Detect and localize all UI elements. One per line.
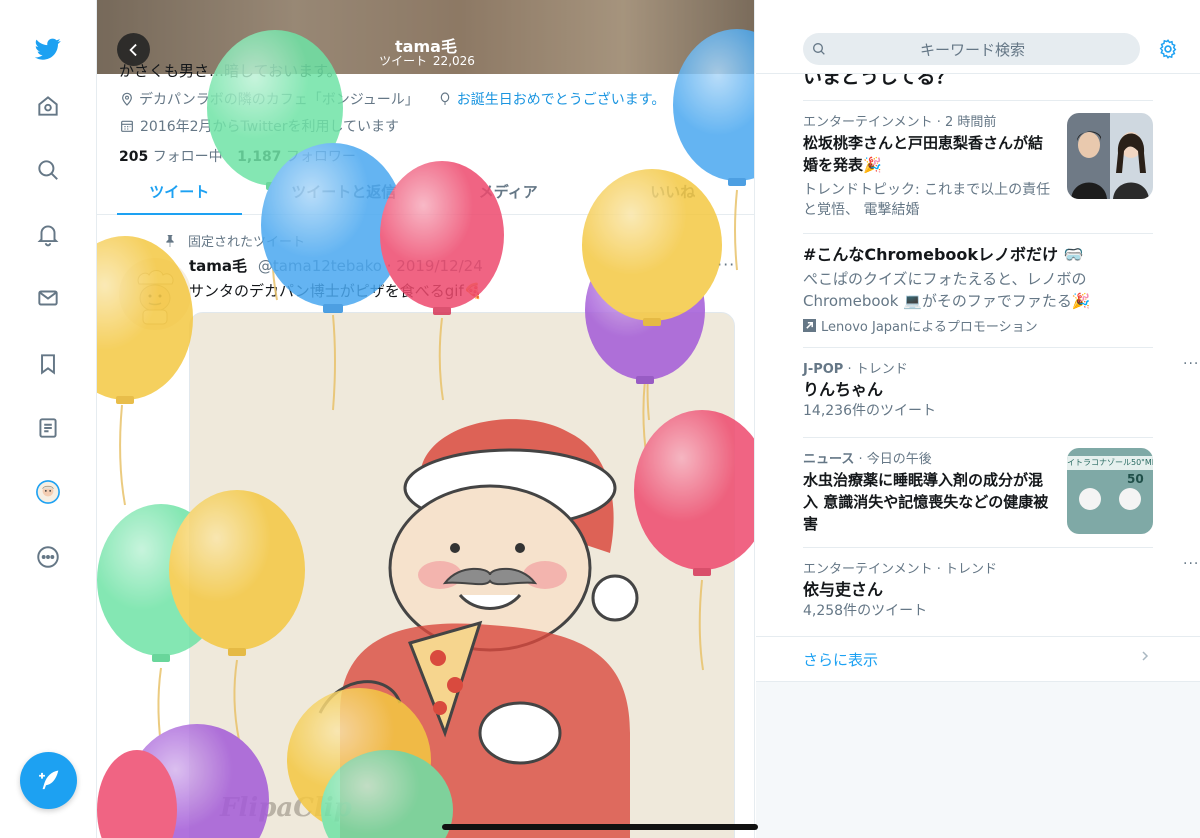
home-icon[interactable] (28, 86, 68, 126)
balloon-red-bottom (97, 750, 177, 838)
feather-plus-icon (38, 770, 58, 789)
trend-item[interactable]: エンターテインメント · トレンド 依与吏さん 4,258件のツイート ··· (803, 547, 1198, 637)
divider (756, 636, 1200, 637)
tweet-header: tama毛 @tama12tebako · 2019/12/24 (189, 257, 483, 275)
tweet-count-value: 22,026 (432, 54, 475, 68)
trend-more-menu-icon[interactable]: ··· (1183, 556, 1199, 572)
trends-panel: いまどうしてる？ エンターテインメント · 2 時間前 松坂桃李さんと戸田恵梨香… (756, 74, 1200, 682)
more-options-icon[interactable] (28, 537, 68, 577)
pin-icon (166, 234, 174, 247)
trend-item-promoted[interactable]: #こんなChromebookレノボだけ 🥽 ぺこぱのクイズにフォたえると、レノボ… (803, 233, 1153, 347)
promoted-by-label: Lenovo Japanによるプロモーション (821, 320, 1038, 335)
compose-tweet-button[interactable] (20, 752, 77, 809)
profile-meta-row: デカパンラボの隣のカフェ「ボンジュール」 お誕生日おめでとうございます。 (119, 89, 665, 109)
follow-stats: 205 フォロー中 1,187 フォロワー (119, 146, 356, 166)
trend-item[interactable]: J-POP · トレンド りんちゃん 14,236件のツイート ··· (803, 347, 1198, 437)
left-nav (0, 0, 97, 838)
promoted-row: Lenovo Japanによるプロモーション (803, 316, 1153, 335)
birthday-link[interactable]: お誕生日おめでとうございます。 (457, 89, 666, 109)
settings-gear-icon[interactable] (1157, 38, 1179, 60)
tweet-media-gif[interactable]: FlipaClip (189, 312, 735, 838)
tab-tweets-and-replies[interactable]: ツイートと返信 (262, 170, 427, 214)
trend-title: りんちゃん (803, 380, 884, 399)
trend-thumbnail-medicine: イトラコナゾール50"MEEK" 50 (1067, 448, 1153, 534)
trend-thumbnail-couple (1067, 113, 1153, 199)
tab-likes[interactable]: いいね (591, 170, 755, 214)
tweet-date[interactable]: 2019/12/24 (396, 257, 482, 275)
search-placeholder: キーワード検索 (919, 40, 1025, 59)
header-tweet-count: ツイート 22,026 (97, 52, 754, 69)
following-label[interactable]: フォロー中 (153, 149, 223, 165)
notifications-bell-icon[interactable] (28, 214, 68, 254)
location-pin-icon (122, 92, 132, 106)
search-input[interactable]: キーワード検索 (803, 33, 1140, 65)
search-icon (813, 43, 825, 55)
tweet-more-menu-icon[interactable]: ··· (717, 255, 735, 274)
tweet-author-handle[interactable]: @tama12tebako (258, 257, 382, 275)
show-more-link[interactable]: さらに表示 (803, 649, 878, 670)
trend-subtitle: ぺこぱのクイズにフォたえると、レノボのChromebook 💻がそのファでファた… (803, 270, 1091, 310)
pinned-tweet-label-row: 固定されたツイート (162, 231, 305, 250)
tweet-author-avatar[interactable] (119, 258, 191, 330)
profile-joined-date: 2016年2月からTwitterを利用しています (140, 119, 400, 135)
right-sidebar: キーワード検索 いまどうしてる？ エンターテインメント · 2 時間前 松坂桃李… (756, 0, 1200, 838)
trend-tweet-count: 14,236件のツイート (803, 403, 936, 419)
trend-subtitle: トレンドトピック: これまで以上の責任と覚悟、 電撃結婚 (803, 182, 1051, 218)
profile-tabs: ツイート ツイートと返信 メディア いいね (97, 170, 755, 215)
trend-context: エンターテインメント · トレンド (803, 562, 998, 577)
chevron-right-icon[interactable] (1139, 650, 1151, 662)
trend-context: J-POP · トレンド (803, 362, 908, 377)
search-icon[interactable] (28, 150, 68, 190)
balloon-icon (440, 92, 450, 105)
santa-illustration (190, 313, 734, 838)
promoted-arrow-icon (803, 319, 816, 332)
following-count[interactable]: 205 (119, 149, 148, 165)
followers-count[interactable]: 1,187 (237, 149, 281, 165)
profile-avatar-icon[interactable] (28, 472, 68, 512)
trend-title: #こんなChromebookレノボだけ 🥽 (803, 245, 1084, 264)
twitter-logo-icon[interactable] (28, 29, 68, 69)
profile-location: デカパンラボの隣のカフェ「ボンジュール」 (139, 92, 419, 108)
trend-title: 水虫治療薬に睡眠導入剤の成分が混入 意識消失や記憶喪失などの健康被害 (803, 471, 1049, 533)
search-bar-area: キーワード検索 (756, 0, 1200, 74)
pinned-tweet-label: 固定されたツイート (188, 235, 306, 250)
trends-title: いまどうしてる？ (803, 74, 955, 88)
tab-tweets[interactable]: ツイート (97, 170, 262, 215)
tweet-count-label: ツイート (379, 54, 428, 68)
trend-item[interactable]: エンターテインメント · 2 時間前 松坂桃李さんと戸田恵梨香さんが結婚を発表🎉… (803, 100, 1153, 233)
trend-title: 依与吏さん (803, 580, 884, 599)
app-root: tama毛 ツイート 22,026 かさくも男さ…暗しておいます。 デカパンラボ… (0, 0, 1200, 838)
profile-column: tama毛 ツイート 22,026 かさくも男さ…暗しておいます。 デカパンラボ… (97, 0, 755, 838)
trend-title: 松坂桃李さんと戸田恵梨香さんが結婚を発表🎉 (803, 134, 1044, 174)
trend-more-menu-icon[interactable]: ··· (1183, 356, 1199, 372)
trend-tweet-count: 4,258件のツイート (803, 603, 928, 619)
calendar-icon (121, 120, 133, 132)
messages-envelope-icon[interactable] (28, 278, 68, 318)
followers-label[interactable]: フォロワー (286, 149, 356, 165)
lists-icon[interactable] (28, 408, 68, 448)
bookmarks-icon[interactable] (28, 344, 68, 384)
home-indicator[interactable] (442, 824, 758, 830)
profile-joined-row: 2016年2月からTwitterを利用しています (119, 116, 399, 136)
flipaclip-watermark: FlipaClip (220, 793, 352, 823)
tweet-text: サンタのデカパン博士がピザを食べるgif🍕 (189, 282, 483, 300)
trend-item[interactable]: ニュース · 今日の午後 水虫治療薬に睡眠導入剤の成分が混入 意識消失や記憶喪失… (803, 437, 1153, 547)
tweet-author-name[interactable]: tama毛 (189, 257, 247, 275)
chef-avatar-icon (119, 258, 191, 330)
tab-media[interactable]: メディア (426, 170, 591, 214)
